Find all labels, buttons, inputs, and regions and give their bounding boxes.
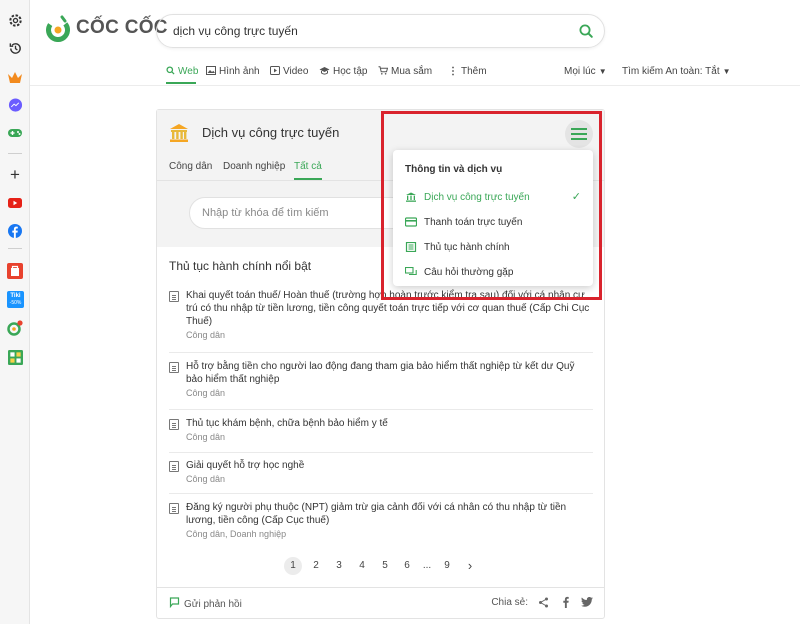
tab-label: Học tập bbox=[333, 66, 368, 77]
crown-icon[interactable] bbox=[7, 69, 23, 85]
item-title[interactable]: Đăng ký người phụ thuộc (NPT) giảm trừ g… bbox=[186, 501, 593, 527]
page-2[interactable]: 2 bbox=[307, 557, 325, 575]
tab-images[interactable]: Hình ảnh bbox=[206, 60, 260, 84]
more-vertical-icon: ⋮ bbox=[448, 66, 458, 77]
feedback-link[interactable]: Gửi phản hồi bbox=[169, 597, 242, 611]
caret-down-icon: ▼ bbox=[598, 67, 607, 76]
page-3[interactable]: 3 bbox=[330, 557, 348, 575]
next-page-icon[interactable]: › bbox=[461, 557, 479, 575]
image-icon bbox=[206, 66, 216, 78]
subtab-business[interactable]: Doanh nghiệp bbox=[223, 161, 285, 178]
tab-web[interactable]: Web bbox=[166, 60, 199, 84]
tab-label: Mua sắm bbox=[391, 66, 433, 77]
plus-icon[interactable]: + bbox=[7, 166, 23, 183]
tab-label: Thêm bbox=[461, 66, 487, 77]
caret-down-icon: ▼ bbox=[722, 67, 731, 76]
share-icon[interactable] bbox=[536, 595, 550, 609]
document-icon bbox=[169, 419, 179, 430]
facebook-icon[interactable] bbox=[558, 595, 572, 609]
header-divider bbox=[30, 85, 800, 86]
share-bar: Chia sẻ: bbox=[491, 595, 594, 609]
item-title[interactable]: Thủ tục khám bệnh, chữa bệnh bảo hiểm y … bbox=[186, 417, 593, 430]
tiki-label: Tiki bbox=[10, 293, 21, 299]
facebook-icon[interactable] bbox=[7, 223, 23, 239]
search-icon bbox=[166, 66, 175, 78]
card-footer-divider bbox=[157, 587, 604, 588]
logo-text: CỐC CỐC bbox=[76, 17, 168, 38]
search-icon[interactable] bbox=[578, 23, 594, 39]
list-item[interactable]: Thủ tục khám bệnh, chữa bệnh bảo hiểm y … bbox=[169, 417, 593, 442]
page-9[interactable]: 9 bbox=[438, 557, 456, 575]
item-category: Công dân bbox=[186, 474, 226, 484]
item-divider bbox=[169, 493, 593, 494]
messenger-icon[interactable] bbox=[7, 97, 23, 113]
tiki-discount: -50% bbox=[9, 300, 22, 306]
search-bar[interactable]: dịch vụ công trực tuyến bbox=[156, 14, 605, 48]
rail-divider bbox=[8, 248, 22, 249]
tab-video[interactable]: Video bbox=[270, 60, 308, 84]
time-filter-value: Mọi lúc bbox=[564, 66, 596, 77]
tab-more[interactable]: ⋮ Thêm bbox=[448, 60, 487, 84]
item-category: Công dân, Doanh nghiệp bbox=[186, 529, 287, 539]
document-icon bbox=[169, 362, 179, 373]
item-category: Công dân bbox=[186, 388, 226, 398]
cart-icon bbox=[378, 66, 389, 78]
item-divider bbox=[169, 452, 593, 453]
item-category: Công dân bbox=[186, 432, 226, 442]
card-title: Dịch vụ công trực tuyến bbox=[202, 125, 340, 140]
shop-icon[interactable] bbox=[7, 263, 23, 279]
list-item[interactable]: Đăng ký người phụ thuộc (NPT) giảm trừ g… bbox=[169, 501, 593, 539]
tab-education[interactable]: Học tập bbox=[319, 60, 367, 84]
safe-search-value: Tìm kiếm An toàn: Tắt bbox=[622, 66, 720, 77]
item-title[interactable]: Hỗ trợ bằng tiền cho người lao động đang… bbox=[186, 360, 593, 386]
safe-search-dropdown[interactable]: Tìm kiếm An toàn: Tắt ▼ bbox=[622, 66, 731, 77]
play-icon bbox=[270, 66, 280, 78]
item-title[interactable]: Giải quyết hỗ trợ học nghề bbox=[186, 459, 593, 472]
item-divider bbox=[169, 352, 593, 353]
item-divider bbox=[169, 409, 593, 410]
search-input[interactable]: dịch vụ công trực tuyến bbox=[173, 24, 298, 38]
document-icon bbox=[169, 503, 179, 514]
subtab-citizen[interactable]: Công dân bbox=[169, 161, 212, 178]
search-placeholder: Nhập từ khóa để tìm kiếm bbox=[202, 207, 329, 219]
service-search-input[interactable]: Nhập từ khóa để tìm kiếm bbox=[189, 197, 411, 229]
page-4[interactable]: 4 bbox=[353, 557, 371, 575]
coccoc-badge-icon[interactable] bbox=[7, 320, 23, 336]
tab-label: Web bbox=[178, 66, 199, 77]
document-icon bbox=[169, 461, 179, 472]
coccoc-logo-icon bbox=[46, 15, 70, 42]
time-filter-dropdown[interactable]: Mọi lúc ▼ bbox=[564, 66, 607, 77]
flag-icon bbox=[169, 597, 180, 611]
tab-label: Video bbox=[283, 66, 309, 77]
subtab-all[interactable]: Tất cả bbox=[294, 161, 322, 180]
tab-shopping[interactable]: Mua sắm bbox=[378, 60, 432, 84]
annotation-highlight-box bbox=[381, 111, 602, 300]
gear-icon[interactable] bbox=[7, 12, 23, 28]
browser-sidebar: + Tiki -50% bbox=[0, 0, 30, 624]
game-icon[interactable] bbox=[7, 125, 23, 141]
history-icon[interactable] bbox=[7, 40, 23, 56]
list-item[interactable]: Hỗ trợ bằng tiền cho người lao động đang… bbox=[169, 360, 593, 398]
government-building-icon bbox=[168, 122, 190, 144]
document-icon bbox=[169, 291, 179, 302]
twitter-icon[interactable] bbox=[580, 595, 594, 609]
tab-label: Hình ảnh bbox=[219, 66, 260, 77]
page-ellipsis: ... bbox=[422, 560, 432, 571]
tiki-icon[interactable]: Tiki -50% bbox=[7, 291, 24, 308]
page-6[interactable]: 6 bbox=[398, 557, 416, 575]
page-5[interactable]: 5 bbox=[376, 557, 394, 575]
graduation-cap-icon bbox=[319, 66, 330, 78]
section-title: Thủ tục hành chính nổi bật bbox=[169, 259, 312, 273]
list-item[interactable]: Giải quyết hỗ trợ học nghề Công dân bbox=[169, 459, 593, 484]
coccoc-logo[interactable]: CỐC CỐC bbox=[44, 14, 168, 42]
item-category: Công dân bbox=[186, 330, 226, 340]
calculator-icon[interactable] bbox=[7, 349, 23, 365]
page-1[interactable]: 1 bbox=[284, 557, 302, 575]
rail-divider bbox=[8, 153, 22, 154]
share-label: Chia sẻ: bbox=[491, 596, 528, 608]
youtube-icon[interactable] bbox=[7, 195, 23, 211]
feedback-label: Gửi phản hồi bbox=[184, 598, 242, 610]
